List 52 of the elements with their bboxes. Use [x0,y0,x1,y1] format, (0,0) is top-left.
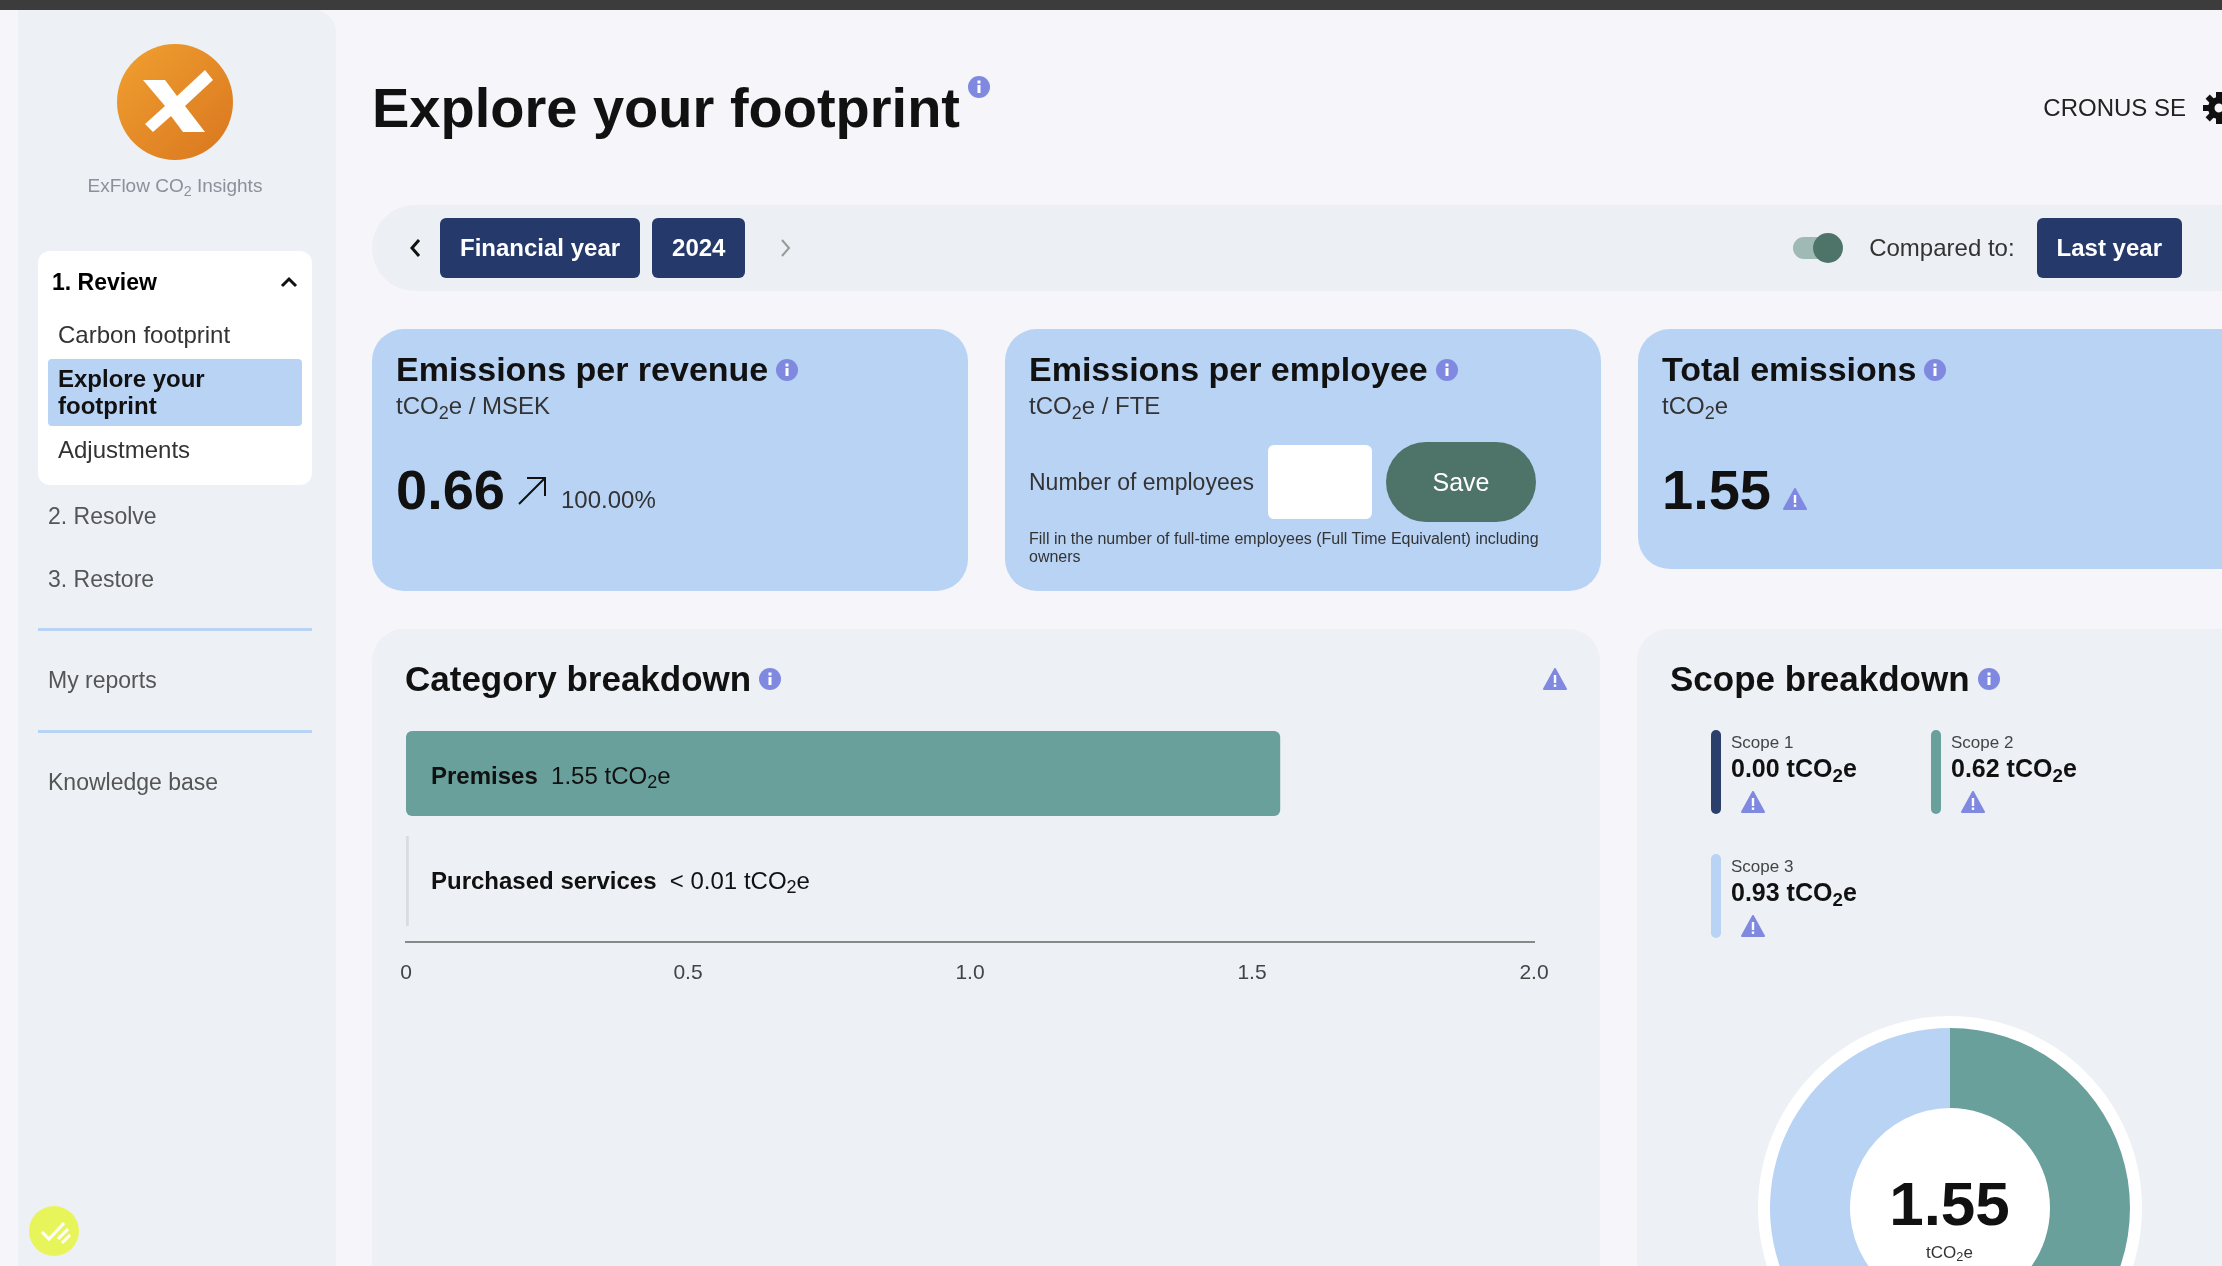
nav-section[interactable]: 2. Resolve [38,485,312,548]
unit-label: tCO$_{2}$e / FTE [1029,391,1162,425]
info-icon [776,358,799,381]
company-name: CRONUS SE [2043,92,2186,123]
legend-value: 0.93 tCO$_{2}$e [1731,879,1857,907]
nav-item[interactable]: Carbon footprint [48,315,302,355]
page-title: Explore your footprint [372,74,960,141]
bar-label: Premises 1.55 tCO$_{2}$e [431,760,671,794]
chevron-left-icon [408,237,422,259]
card-title: Total emissions [1662,351,1917,389]
period-type-button[interactable]: Financial year [440,218,641,278]
compare-label: Compared to: [1869,233,2015,263]
axis-tick-label: 0 [400,958,412,985]
legend-label: Scope 2 [1951,731,2015,754]
panel-title: Scope breakdown [1670,658,1970,700]
card-title: Emissions per employee [1029,351,1428,389]
nav-section[interactable]: 3. Restore [38,547,312,611]
info-icon [1977,668,2000,691]
nav-link[interactable]: My reports [38,649,312,712]
logo-text: ExFlow CO$_{2}$ Insights [87,174,263,201]
field-label: Number of employees [1029,468,1254,498]
donut-total-value: 1.55 [1889,1172,2010,1235]
nav-item[interactable]: Explore your footprint [48,358,302,426]
change-percent: 100.00% [561,485,656,516]
axis-tick-label: 2.0 [1519,958,1549,985]
nav-item[interactable]: Adjustments [48,429,302,470]
unit-label: tCO$_{2}$e [1662,391,1730,425]
unit-label: tCO$_{2}$e / MSEK [396,391,552,425]
info-icon [968,75,990,98]
nav-link[interactable]: Knowledge base [38,750,312,814]
axis-tick-label: 1.5 [1237,958,1267,985]
year-button[interactable]: 2024 [652,218,746,278]
info-icon [1435,358,1458,381]
legend-label: Scope 1 [1731,731,1795,754]
hint-text: Fill in the number of full-time employees (Full Time Equivalent) including owners [1029,530,1540,566]
nav-section-header[interactable]: 1. Review [48,264,302,311]
employees-input[interactable] [1268,445,1372,520]
legend-value: 0.62 tCO$_{2}$e [1951,755,2077,783]
save-button[interactable]: Save [1386,442,1536,523]
metric-value: 0.66 [396,462,505,519]
info-icon [759,668,782,691]
card-title: Emissions per revenue [396,351,769,389]
unit-label: tCO$_{2}$e [1926,1242,1973,1263]
axis-tick-label: 0.5 [673,958,703,985]
panel-title: Category breakdown [405,658,752,700]
bar-label: Purchased services < 0.01 tCO$_{2}$e [431,865,810,899]
legend-value: 0.00 tCO$_{2}$e [1731,755,1857,783]
compare-period-button[interactable]: Last year [2036,218,2182,278]
legend-label: Scope 3 [1731,855,1795,878]
axis-tick-label: 1.0 [955,958,985,985]
metric-value: 1.55 [1662,462,1771,519]
info-icon [1924,358,1947,381]
